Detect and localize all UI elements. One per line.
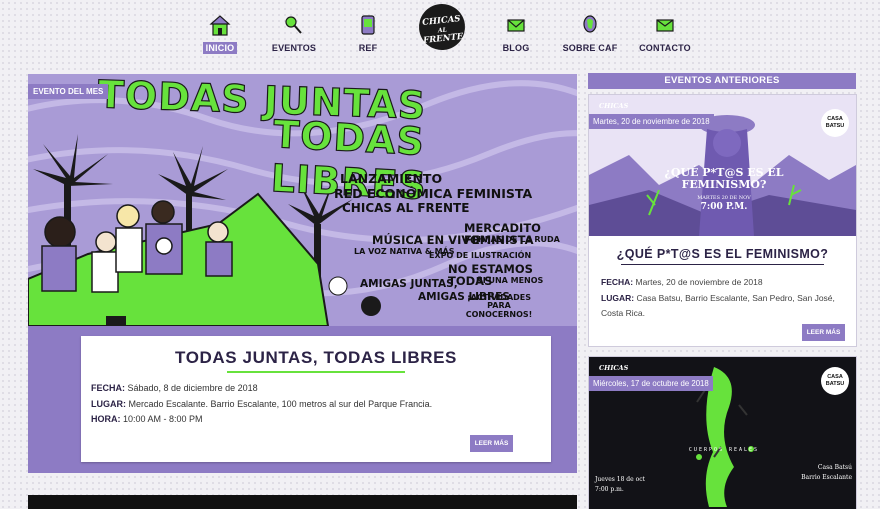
poster-info: 7:00 p.m. xyxy=(595,486,624,493)
past-events-heading: EVENTOS ANTERIORES xyxy=(588,73,856,89)
lugar-value: Mercado Escalante. Barrio Escalante, 100… xyxy=(128,398,433,409)
poster-info: Casa Batsú xyxy=(817,464,852,471)
nav-label: INICIO xyxy=(202,42,238,54)
fecha-value: Martes, 20 de noviembre de 2018 xyxy=(635,277,763,287)
poster-text: AMIGAS JUNTAS, xyxy=(360,278,458,290)
lugar-label: LUGAR: xyxy=(91,398,126,409)
read-more-button[interactable]: LEER MÁS xyxy=(470,435,513,452)
nav-label: SOBRE CAF xyxy=(562,43,618,53)
fecha-value: Sábado, 8 de diciembre de 2018 xyxy=(127,383,258,393)
event-date-row: FECHA: Martes, 20 de noviembre de 2018 xyxy=(601,275,851,291)
fecha-label: FECHA: xyxy=(91,383,125,393)
past-event-card: CHICAS Martes, 20 de noviembre de 2018 C… xyxy=(589,95,856,346)
poster-date: MARTES 20 DE NOV xyxy=(697,195,751,201)
house-icon xyxy=(209,15,231,36)
event-details: FECHA: Sábado, 8 de diciembre de 2018 LU… xyxy=(91,381,432,428)
hora-label: HORA: xyxy=(91,414,121,424)
event-title[interactable]: TODAS JUNTAS, TODAS LIBRES xyxy=(81,348,551,368)
past-event-poster[interactable]: CHICAS Martes, 20 de noviembre de 2018 C… xyxy=(589,95,856,236)
envelope-icon xyxy=(507,19,525,32)
event-card: TODAS JUNTAS, TODAS LIBRES FECHA: Sábado… xyxy=(81,336,551,462)
poster-info: Barrio Escalante xyxy=(801,474,852,481)
nav-item-eventos[interactable]: EVENTOS xyxy=(262,14,326,55)
title-underline xyxy=(227,371,405,373)
poster-logo: CHICAS xyxy=(599,364,629,372)
mail-icon xyxy=(656,19,674,32)
nav-label: EVENTOS xyxy=(271,43,317,53)
past-event-poster[interactable]: CHICAS Miércoles, 17 de octubre de 2018 … xyxy=(589,357,856,509)
casa-batsu-seal: CASA BATSU xyxy=(821,109,849,137)
nav-label: BLOG xyxy=(502,43,530,53)
rattle-icon xyxy=(285,16,302,34)
poster-text: EXPO DE ILUSTRACIÓN xyxy=(429,251,532,260)
nav-label: REF xyxy=(358,43,378,53)
poster-time: 7:00 P.M. xyxy=(700,202,748,212)
poster-text: ¡ACTIVIDADES PARA CONOCERNOS! xyxy=(465,293,533,319)
lugar-value: Casa Batsu, Barrio Escalante, San Pedro,… xyxy=(601,292,835,319)
past-event-date: Martes, 20 de noviembre de 2018 xyxy=(589,114,714,129)
nav-item-blog[interactable]: BLOG xyxy=(484,14,548,55)
past-event-card: CHICAS Miércoles, 17 de octubre de 2018 … xyxy=(589,357,856,509)
poster-info-right: Casa Batsú Barrio Escalante xyxy=(769,463,852,483)
logo-text: FRENTE xyxy=(422,31,464,47)
poster-info-left: Jueves 18 de oct 7:00 p.m. xyxy=(595,475,675,495)
top-navigation: INICIO EVENTOS REF CHICAS AL FRENTE BLOG… xyxy=(0,0,880,68)
nav-item-sobre-caf[interactable]: SOBRE CAF xyxy=(558,14,622,55)
poster-text: NI UNA MENOS xyxy=(476,276,544,285)
title-underline xyxy=(621,264,824,265)
event-place-row: LUGAR: Mercado Escalante. Barrio Escalan… xyxy=(91,397,432,413)
nav-item-ref[interactable]: REF xyxy=(336,14,400,55)
poster-text: MÚSICA EN VIVO xyxy=(372,233,480,247)
phone-icon xyxy=(361,15,375,35)
chicas-al-frente-logo[interactable]: CHICAS AL FRENTE xyxy=(416,1,468,53)
featured-event-panel: EVENTO DEL MES TODAS JUNTAS TODAS LIBRES… xyxy=(28,74,577,473)
poster-text: RED ECONÓMICA FEMINISTA xyxy=(334,186,533,201)
poster-text: LANZAMIENTO xyxy=(340,171,443,186)
past-event-title[interactable]: ¿QUÉ P*T@S ES EL FEMINISMO? xyxy=(589,247,856,261)
event-place-row: LUGAR: Casa Batsu, Barrio Escalante, San… xyxy=(601,291,851,322)
nav-item-inicio[interactable]: INICIO xyxy=(188,14,252,55)
event-poster[interactable]: EVENTO DEL MES TODAS JUNTAS TODAS LIBRES… xyxy=(28,74,577,326)
nav-label: CONTACTO xyxy=(639,43,691,53)
past-event-date: Miércoles, 17 de octubre de 2018 xyxy=(589,376,713,391)
read-more-button[interactable]: LEER MÁS xyxy=(802,324,845,341)
poster-info: Jueves 18 de oct xyxy=(595,476,645,483)
poster-logo: CHICAS xyxy=(599,102,629,110)
hora-value: 10:00 AM - 8:00 PM xyxy=(123,414,203,424)
lugar-label: LUGAR: xyxy=(601,292,635,303)
next-section-edge xyxy=(28,495,577,509)
fecha-label: FECHA: xyxy=(601,277,634,287)
poster-text: CHICAS AL FRENTE xyxy=(342,201,470,215)
nav-item-contacto[interactable]: CONTACTO xyxy=(633,14,697,55)
poster-text: HIJAS DE LA RUDA xyxy=(478,235,560,244)
poster-title: ¿QUÉ P*T@S ES EL FEMINISMO? xyxy=(664,166,784,191)
event-of-month-tag: EVENTO DEL MES xyxy=(28,84,109,99)
head-icon xyxy=(583,15,597,33)
casa-batsu-seal: CASA BATSU xyxy=(821,367,849,395)
event-time-row: HORA: 10:00 AM - 8:00 PM xyxy=(91,412,432,428)
event-date-row: FECHA: Sábado, 8 de diciembre de 2018 xyxy=(91,381,432,397)
past-event-details: FECHA: Martes, 20 de noviembre de 2018 L… xyxy=(601,275,851,322)
past-events-sidebar: EVENTOS ANTERIORES CHICAS Martes, 20 de … xyxy=(588,73,856,509)
poster-title: CUERPOS REALES xyxy=(688,447,760,453)
logo-text: CHICAS xyxy=(421,14,461,29)
